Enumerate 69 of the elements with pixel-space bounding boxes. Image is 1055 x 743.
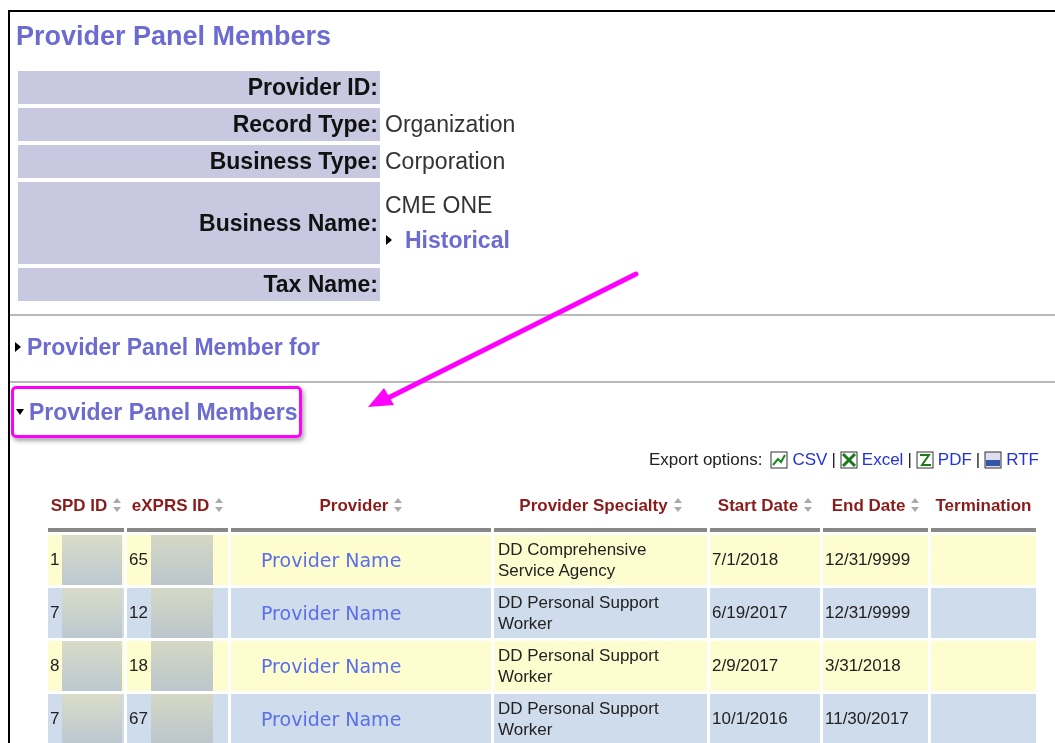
- field-label: Record Type:: [18, 108, 380, 141]
- sort-icon[interactable]: [804, 498, 813, 512]
- redaction-blur: [151, 641, 213, 691]
- table-cell-text: 12: [128, 603, 148, 623]
- column-header[interactable]: Provider Specialty: [519, 494, 668, 516]
- spreadsheet-icon: [839, 451, 858, 469]
- provider-link[interactable]: Provider Name: [261, 548, 402, 571]
- sort-icon[interactable]: [113, 498, 122, 512]
- sort-icon[interactable]: [911, 498, 920, 512]
- document-icon: [984, 451, 1003, 469]
- field-value: Corporation: [385, 147, 506, 176]
- table-cell-text: DD Personal Support Worker: [498, 645, 660, 687]
- table-cell-text: 18: [128, 656, 148, 676]
- expand-icon[interactable]: [14, 341, 22, 354]
- table-cell-text: 67: [128, 709, 148, 729]
- redaction-blur: [151, 588, 213, 638]
- redaction-blur: [62, 588, 122, 638]
- section-link[interactable]: Provider Panel Members: [29, 394, 298, 429]
- separator: |: [975, 449, 981, 472]
- table-cell-text: 7: [49, 603, 60, 623]
- document-icon: [770, 451, 789, 469]
- table-cell-text: 65: [128, 550, 148, 570]
- sort-icon[interactable]: [215, 498, 224, 512]
- table-cell-text: 7: [49, 709, 60, 729]
- column-header[interactable]: Termination: [935, 494, 1032, 516]
- table-cell-text: DD Personal Support Worker: [498, 592, 660, 634]
- field-label: Business Type:: [18, 145, 380, 178]
- export-link[interactable]: RTF: [1006, 447, 1039, 473]
- table-cell: 11/30/2017: [825, 709, 909, 729]
- table-cell: 6/19/2017: [712, 603, 788, 623]
- sort-icon[interactable]: [673, 498, 682, 512]
- provider-link[interactable]: Provider Name: [261, 654, 402, 677]
- historical-link[interactable]: Historical: [405, 221, 510, 258]
- column-header[interactable]: Start Date: [717, 494, 799, 516]
- field-value: Organization: [385, 110, 516, 139]
- field-value: CME ONE: [385, 190, 493, 220]
- table-cell-text: 1: [49, 550, 60, 570]
- export-link[interactable]: PDF: [937, 447, 972, 473]
- export-link[interactable]: CSV: [792, 447, 828, 473]
- sort-icon[interactable]: [394, 498, 403, 512]
- field-label: Tax Name:: [18, 268, 380, 301]
- redaction-blur: [62, 694, 122, 743]
- table-cell: 3/31/2018: [825, 656, 901, 676]
- redaction-blur: [62, 535, 122, 585]
- table-cell-text: DD Personal Support Worker: [498, 698, 660, 740]
- export-link[interactable]: Excel: [861, 447, 904, 473]
- expand-icon[interactable]: [385, 233, 393, 246]
- column-header[interactable]: SPD ID: [50, 494, 108, 516]
- table-cell: 12/31/9999: [825, 603, 911, 623]
- redaction-blur: [151, 694, 213, 743]
- redaction-blur: [62, 641, 122, 691]
- table-cell-text: DD Comprehensive Service Agency: [498, 539, 648, 581]
- export-label: Export options:: [649, 449, 763, 472]
- document-icon: [915, 451, 934, 469]
- column-header[interactable]: eXPRS ID: [131, 494, 210, 516]
- separator: |: [907, 449, 912, 472]
- field-label: Business Name:: [18, 182, 380, 264]
- field-label: Provider ID:: [18, 71, 380, 104]
- column-header[interactable]: Provider: [319, 494, 389, 516]
- table-cell: 10/1/2016: [712, 709, 788, 729]
- table-cell: 7/1/2018: [712, 550, 779, 570]
- table-cell-text: 8: [49, 656, 60, 676]
- column-header[interactable]: End Date: [831, 494, 906, 516]
- section-link[interactable]: Provider Panel Member for: [27, 330, 320, 365]
- page-title: Provider Panel Members: [16, 20, 332, 53]
- table-cell: 2/9/2017: [712, 656, 779, 676]
- redaction-blur: [151, 535, 213, 585]
- separator: |: [831, 449, 836, 472]
- table-cell: 12/31/9999: [825, 550, 911, 570]
